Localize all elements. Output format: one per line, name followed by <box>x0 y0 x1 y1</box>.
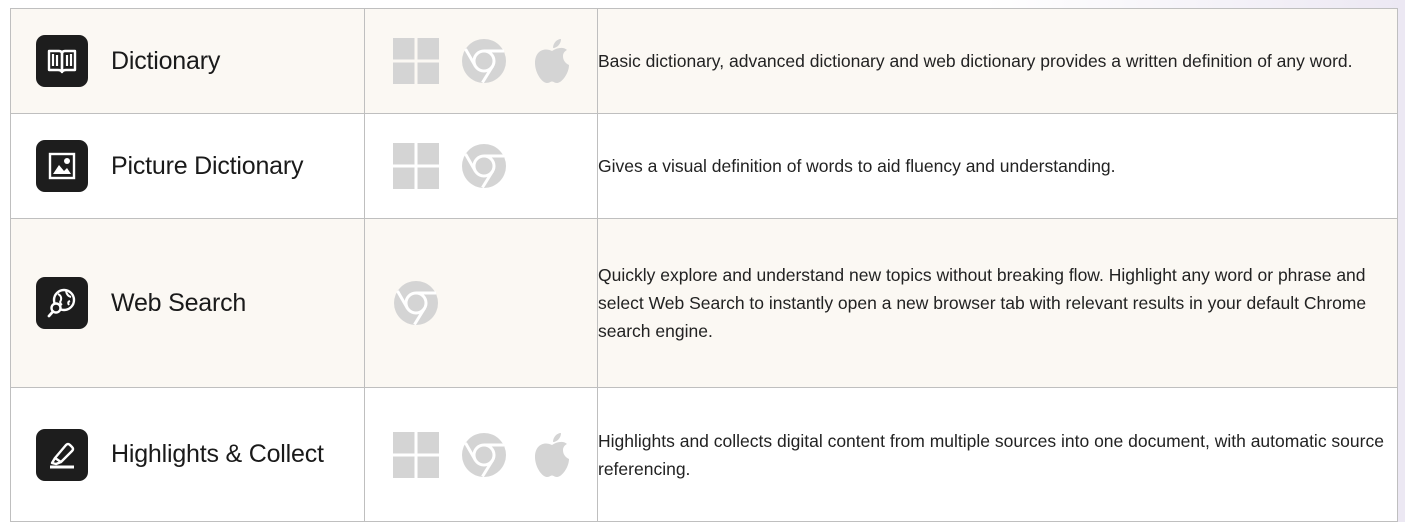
feature-name: Highlights & Collect <box>111 440 324 468</box>
windows-icon <box>392 37 440 85</box>
windows-icon <box>392 142 440 190</box>
apple-icon <box>528 37 576 85</box>
table-row: Web Search Quickly explore and understan… <box>10 218 1398 388</box>
platforms-cell <box>364 8 598 114</box>
feature-description: Basic dictionary, advanced dictionary an… <box>597 8 1398 114</box>
feature-name-cell: Picture Dictionary <box>10 113 365 219</box>
features-table: Dictionary Basic dictionary, advanced di… <box>10 8 1398 522</box>
feature-name: Dictionary <box>111 46 221 75</box>
feature-name-cell: Highlights & Collect <box>10 387 365 522</box>
feature-description: Highlights and collects digital content … <box>597 387 1398 522</box>
feature-name: Picture Dictionary <box>111 151 304 180</box>
apple-icon <box>528 431 576 479</box>
feature-description: Quickly explore and understand new topic… <box>597 218 1398 388</box>
highlighter-icon <box>36 428 88 481</box>
table-row: Picture Dictionary Gives a visual defini… <box>10 113 1398 219</box>
chrome-icon <box>460 37 508 85</box>
chrome-icon <box>392 279 440 327</box>
chrome-icon <box>460 142 508 190</box>
platforms-cell <box>364 218 598 388</box>
picture-icon <box>36 140 88 192</box>
feature-name: Web Search <box>111 288 247 317</box>
feature-name-cell: Dictionary <box>10 8 365 114</box>
windows-icon <box>392 431 440 479</box>
table-row: Dictionary Basic dictionary, advanced di… <box>10 8 1398 114</box>
book-icon <box>36 35 88 87</box>
table-row: Highlights & Collect Highlights and coll… <box>10 387 1398 522</box>
platforms-cell <box>364 387 598 522</box>
feature-name-cell: Web Search <box>10 218 365 388</box>
globe-search-icon <box>36 277 88 329</box>
feature-description: Gives a visual definition of words to ai… <box>597 113 1398 219</box>
platforms-cell <box>364 113 598 219</box>
chrome-icon <box>460 431 508 479</box>
